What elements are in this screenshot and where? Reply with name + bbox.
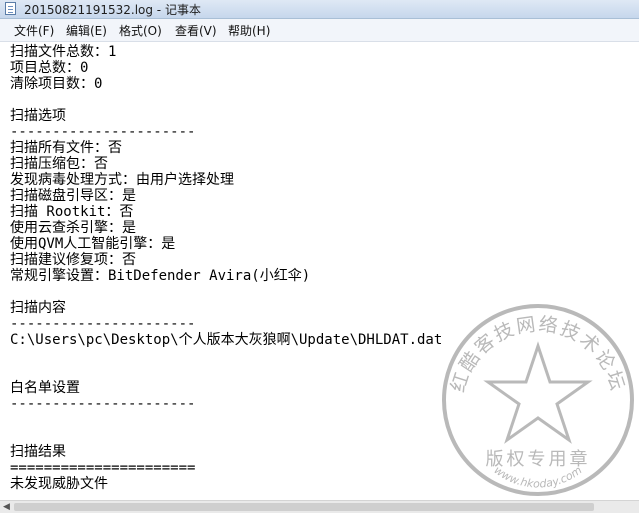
text-line: C:\Users\pc\Desktop\个人版本大灰狼啊\Update\DHLD…	[10, 332, 443, 348]
window-title-bar[interactable]: 20150821191532.log - 记事本	[0, 0, 639, 19]
text-line: 发现病毒处理方式：由用户选择处理	[10, 172, 234, 188]
menu-help[interactable]: 帮助(H)	[228, 22, 270, 39]
text-line: 扫描所有文件：否	[10, 140, 122, 156]
text-line: 清除项目数：0	[10, 76, 103, 92]
text-line: 未发现威胁文件	[10, 476, 108, 492]
text-line: 扫描建议修复项：否	[10, 252, 136, 268]
text-line: 常规引擎设置：BitDefender Avira(小红伞)	[10, 268, 311, 284]
text-line: 扫描内容	[10, 300, 66, 316]
text-line: 扫描文件总数：1	[10, 44, 117, 60]
text-line: ----------------------	[10, 124, 196, 140]
text-line: 扫描选项	[10, 108, 66, 124]
text-line: 扫描磁盘引导区：是	[10, 188, 136, 204]
text-line: 扫描压缩包：否	[10, 156, 108, 172]
scroll-left-arrow-icon[interactable]: ◀	[3, 502, 10, 512]
text-line: 使用QVM人工智能引擎：是	[10, 236, 176, 252]
text-line: 扫描结果	[10, 444, 66, 460]
horizontal-scrollbar[interactable]: ◀	[0, 500, 639, 513]
text-line: 使用云查杀引擎：是	[10, 220, 136, 236]
notepad-icon	[5, 2, 16, 15]
text-line: ----------------------	[10, 396, 196, 412]
menu-format[interactable]: 格式(O)	[119, 22, 162, 39]
watermark-stamp: 红酷客技网络技术论坛 版权专用章 www.hkoday.com	[442, 304, 634, 496]
menu-view[interactable]: 查看(V)	[175, 22, 217, 39]
window-title: 20150821191532.log - 记事本	[24, 3, 201, 17]
text-line: 项目总数：0	[10, 60, 89, 76]
menu-edit[interactable]: 编辑(E)	[66, 22, 107, 39]
text-line: ----------------------	[10, 316, 196, 332]
menu-bar: 文件(F) 编辑(E) 格式(O) 查看(V) 帮助(H)	[0, 19, 639, 42]
text-line: 扫描 Rootkit：否	[10, 204, 134, 220]
text-line: ======================	[10, 460, 196, 476]
text-line: 白名单设置	[10, 380, 80, 396]
scroll-thumb[interactable]	[14, 503, 594, 511]
menu-file[interactable]: 文件(F)	[14, 22, 54, 39]
